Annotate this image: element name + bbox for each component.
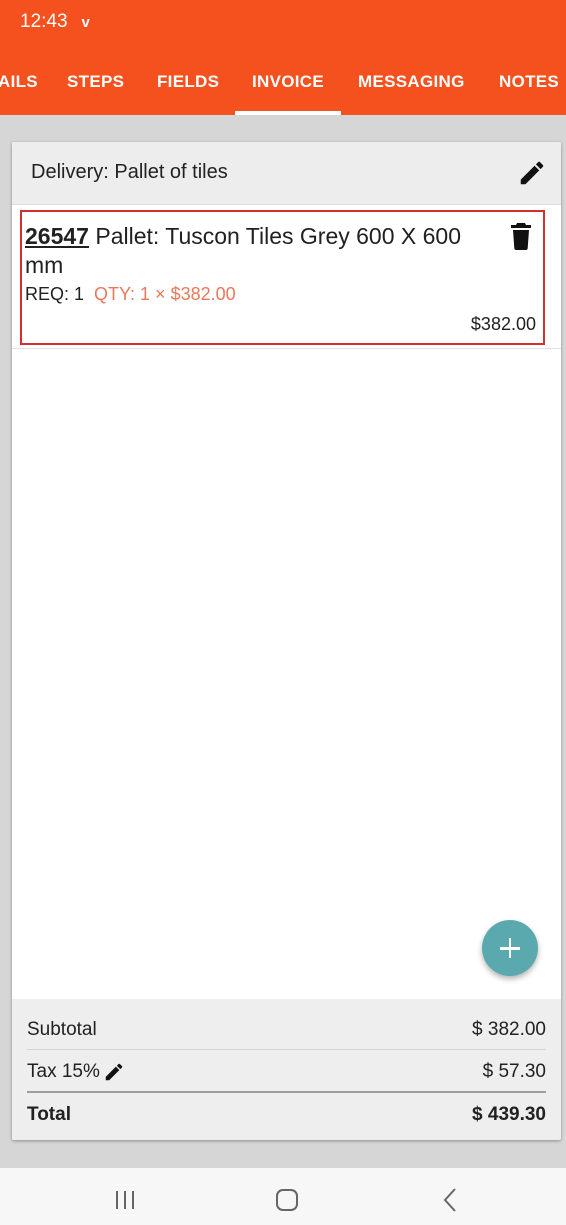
status-bar: 12:43 v (20, 11, 90, 33)
tab-bar: AILS STEPS FIELDS INVOICE MESSAGING NOTE… (0, 60, 566, 115)
tax-label-group: Tax 15% (27, 1061, 125, 1083)
recent-apps-icon[interactable] (110, 1185, 140, 1215)
subtotal-value: $ 382.00 (472, 1019, 546, 1040)
trash-icon[interactable] (509, 222, 533, 251)
tax-row[interactable]: Tax 15% $ 57.30 (27, 1051, 546, 1091)
quantity-price[interactable]: QTY: 1 × $382.00 (94, 284, 236, 305)
total-value: $ 439.30 (472, 1104, 546, 1125)
item-code-link[interactable]: 26547 (25, 223, 89, 249)
required-quantity: REQ: 1 (25, 284, 85, 304)
tab-notes[interactable]: NOTES (499, 60, 559, 115)
tab-invoice[interactable]: INVOICE (234, 60, 342, 115)
line-item-title: 26547 Pallet: Tuscon Tiles Grey 600 X 60… (25, 222, 495, 280)
subtotal-row: Subtotal $ 382.00 (27, 1009, 546, 1049)
pencil-icon[interactable] (517, 158, 547, 188)
home-icon[interactable] (272, 1185, 302, 1215)
pencil-icon[interactable] (103, 1061, 125, 1083)
line-item-price: $382.00 (470, 314, 536, 334)
back-icon[interactable] (436, 1185, 466, 1215)
status-indicator: v (81, 13, 90, 31)
status-time: 12:43 (20, 11, 68, 32)
tax-label: Tax 15% (27, 1061, 100, 1082)
tab-messaging[interactable]: MESSAGING (358, 60, 465, 115)
tab-fields[interactable]: FIELDS (157, 60, 219, 115)
item-divider (12, 348, 561, 349)
subtotal-label: Subtotal (27, 1019, 97, 1040)
invoice-card: Delivery: Pallet of tiles 26547 Pallet: … (12, 142, 561, 1140)
add-item-button[interactable] (482, 920, 538, 976)
item-description: Pallet: Tuscon Tiles Grey 600 X 600 mm (25, 223, 462, 278)
tab-details[interactable]: AILS (0, 60, 38, 115)
totals-divider (27, 1049, 546, 1050)
system-nav-bar (0, 1168, 566, 1225)
app-bar: 12:43 v AILS STEPS FIELDS INVOICE MESSAG… (0, 0, 566, 115)
total-row: Total $ 439.30 (27, 1094, 546, 1134)
tab-steps[interactable]: STEPS (67, 60, 124, 115)
item-quantity-row: REQ: 1 QTY: 1 × $382.00 (25, 284, 236, 305)
totals-panel: Subtotal $ 382.00 Tax 15% $ 57.30 Total … (12, 999, 561, 1140)
card-title: Delivery: Pallet of tiles (31, 161, 228, 183)
line-item[interactable]: 26547 Pallet: Tuscon Tiles Grey 600 X 60… (20, 210, 545, 345)
total-label: Total (27, 1104, 71, 1125)
card-header: Delivery: Pallet of tiles (12, 142, 561, 205)
tax-value: $ 57.30 (482, 1061, 546, 1082)
total-divider (27, 1091, 546, 1093)
